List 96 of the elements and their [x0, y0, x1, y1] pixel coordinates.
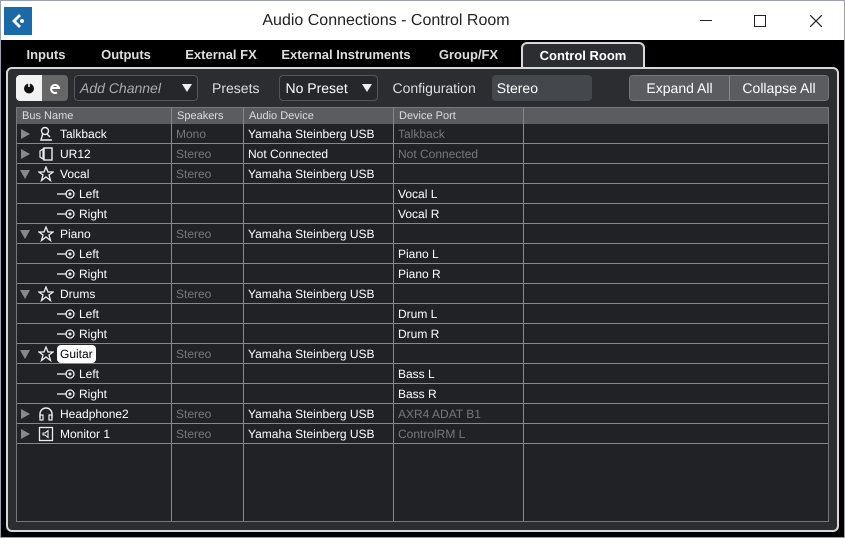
tab[interactable]: Outputs — [86, 42, 166, 67]
name-edit-field[interactable]: Guitar — [57, 344, 96, 362]
channel-name: Left — [79, 366, 100, 382]
star-icon — [38, 226, 54, 242]
app-logo-icon — [4, 6, 32, 34]
close-icon — [810, 14, 822, 26]
tab[interactable]: External Instruments — [276, 42, 416, 67]
star-icon — [38, 286, 54, 302]
table-cell-text: Drum R — [398, 326, 440, 342]
configuration-label: Configuration — [392, 78, 476, 98]
preset-dropdown[interactable]: No Preset — [279, 75, 378, 101]
bus-name: Headphone2 — [60, 406, 129, 422]
input-plug-icon — [57, 328, 75, 338]
collapse-arrow-icon[interactable] — [20, 348, 30, 358]
presets-label: Presets — [212, 78, 260, 98]
table-cell-text: AXR4 ADAT B1 — [398, 406, 481, 422]
column-header[interactable]: Speakers — [177, 108, 224, 124]
expand-arrow-icon[interactable] — [20, 408, 30, 418]
table-cell-text: Not Connected — [398, 146, 478, 162]
bus-name: Talkback — [60, 126, 107, 142]
table-cell-text: Yamaha Steinberg USB — [248, 406, 375, 422]
bus-name: UR12 — [60, 146, 91, 162]
table-cell-text: Yamaha Steinberg USB — [248, 286, 375, 302]
expand-arrow-icon[interactable] — [20, 148, 30, 158]
table-cell-text: Stereo — [176, 346, 212, 362]
table-cell-text: Piano R — [398, 266, 441, 282]
table-cell-text: Talkback — [398, 126, 445, 142]
tab[interactable]: Control Room — [521, 42, 645, 67]
input-plug-icon — [57, 268, 75, 278]
bus-name: Vocal — [60, 166, 90, 182]
speaker-icon — [38, 426, 54, 442]
channel-name: Left — [79, 186, 100, 202]
table-cell-text: Stereo — [176, 406, 212, 422]
column-header[interactable]: Device Port — [399, 108, 456, 124]
column-header[interactable]: Bus Name — [22, 108, 74, 124]
bus-name: Drums — [60, 286, 96, 302]
table-cell-text: Vocal L — [398, 186, 438, 202]
table-cell-text: Yamaha Steinberg USB — [248, 346, 375, 362]
expand-arrow-icon[interactable] — [20, 428, 30, 438]
collapse-arrow-icon[interactable] — [20, 288, 30, 298]
table-cell-text: Vocal R — [398, 206, 440, 222]
headphones-icon — [38, 406, 54, 422]
collapse-arrow-icon[interactable] — [20, 168, 30, 178]
table-cell-text: Stereo — [176, 146, 212, 162]
bus-name: Piano — [60, 226, 91, 242]
channel-name: Right — [79, 206, 108, 222]
table-cell-text: Piano L — [398, 246, 439, 262]
channel-name: Left — [79, 246, 100, 262]
channel-name: Right — [79, 266, 108, 282]
table-cell-text: Not Connected — [248, 146, 328, 162]
input-plug-icon — [57, 188, 75, 198]
expand-all-button[interactable]: Expand All — [630, 76, 729, 100]
device-icon — [38, 146, 54, 162]
tab[interactable]: Group/FX — [416, 42, 521, 67]
input-plug-icon — [57, 368, 75, 378]
channel-name: Right — [79, 326, 108, 342]
tab[interactable]: Inputs — [6, 42, 86, 67]
table-cell-text: Drum L — [398, 306, 438, 322]
tab[interactable]: External FX — [166, 42, 276, 67]
table-cell-text: Yamaha Steinberg USB — [248, 126, 375, 142]
caret-icon — [362, 84, 372, 92]
collapse-arrow-icon[interactable] — [20, 228, 30, 238]
maximize-icon — [754, 14, 766, 26]
table-cell-text: Bass R — [398, 386, 437, 402]
window-title: Audio Connections - Control Room — [262, 10, 510, 30]
table-cell-text: Stereo — [176, 426, 212, 442]
edit-button[interactable] — [42, 75, 68, 101]
table-cell-text: Stereo — [176, 166, 212, 182]
caret-icon — [182, 84, 192, 92]
power-icon — [23, 82, 35, 94]
table-cell-text: Bass L — [398, 366, 435, 382]
table-cell-text: ControlRM L — [398, 426, 466, 442]
collapse-all-button[interactable]: Collapse All — [729, 76, 828, 100]
channel-name: Right — [79, 386, 108, 402]
table-cell-text: Yamaha Steinberg USB — [248, 426, 375, 442]
configuration-field[interactable]: Stereo — [492, 75, 592, 101]
star-icon — [38, 166, 54, 182]
add-channel-dropdown[interactable]: Add Channel — [74, 75, 198, 101]
star-icon — [38, 346, 54, 362]
table-cell-text: Yamaha Steinberg USB — [248, 226, 375, 242]
input-plug-icon — [57, 208, 75, 218]
column-header[interactable]: Audio Device — [249, 108, 314, 124]
expand-arrow-icon[interactable] — [20, 128, 30, 138]
power-button[interactable] — [16, 75, 42, 101]
input-plug-icon — [57, 388, 75, 398]
table-cell-text: Mono — [176, 126, 206, 142]
channel-name: Left — [79, 306, 100, 322]
table-cell-text: Stereo — [176, 226, 212, 242]
microphone-icon — [38, 126, 54, 142]
input-plug-icon — [57, 248, 75, 258]
e-icon — [47, 81, 63, 95]
input-plug-icon — [57, 308, 75, 318]
table-cell-text: Stereo — [176, 286, 212, 302]
bus-name: Monitor 1 — [60, 426, 110, 442]
table-cell-text: Yamaha Steinberg USB — [248, 166, 375, 182]
minimize-icon — [700, 20, 712, 22]
